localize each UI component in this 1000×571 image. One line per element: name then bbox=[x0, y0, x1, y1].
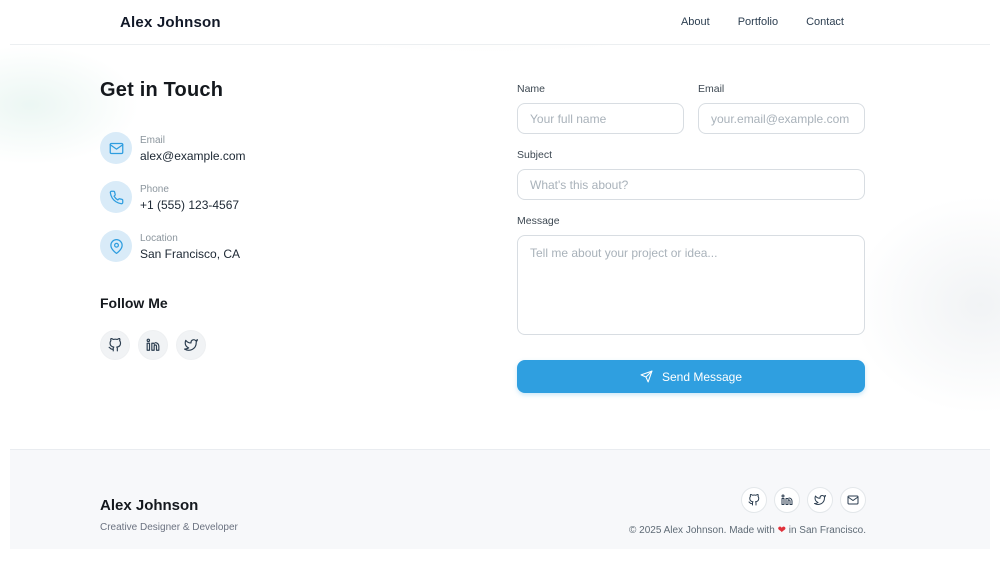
contact-label: Location bbox=[140, 233, 178, 244]
nav-links: About Portfolio Contact bbox=[681, 16, 844, 28]
twitter-icon[interactable] bbox=[807, 487, 833, 513]
footer: Alex Johnson Creative Designer & Develop… bbox=[10, 449, 990, 549]
subject-input[interactable] bbox=[517, 169, 865, 200]
footer-tagline: Creative Designer & Developer bbox=[100, 522, 238, 533]
social-links bbox=[100, 330, 517, 360]
send-message-label: Send Message bbox=[661, 369, 743, 384]
nav-item-contact[interactable]: Contact bbox=[806, 16, 844, 28]
linkedin-icon[interactable] bbox=[774, 487, 800, 513]
footer-social-links bbox=[629, 487, 866, 513]
github-icon[interactable] bbox=[741, 487, 767, 513]
brand-logo: Alex Johnson bbox=[120, 13, 221, 31]
page: Alex Johnson About Portfolio Contact Get… bbox=[0, 0, 1000, 549]
message-textarea[interactable] bbox=[517, 235, 865, 335]
github-icon[interactable] bbox=[100, 330, 130, 360]
email-input[interactable] bbox=[698, 103, 865, 134]
name-input[interactable] bbox=[517, 103, 684, 134]
copyright-text: © 2025 Alex Johnson. Made with ❤ in San … bbox=[628, 525, 866, 536]
send-message-button[interactable]: Send Message bbox=[517, 360, 865, 393]
contact-section: Get in Touch Email alex@example.com Phon… bbox=[0, 7, 1000, 449]
footer-right-block: © 2025 Alex Johnson. Made with ❤ in San … bbox=[629, 487, 866, 536]
contact-label: Email bbox=[140, 135, 166, 146]
nav-item-about[interactable]: About bbox=[681, 16, 710, 28]
nav-item-portfolio[interactable]: Portfolio bbox=[738, 16, 778, 28]
send-icon bbox=[640, 370, 653, 383]
follow-me-title: Follow Me bbox=[100, 295, 168, 311]
footer-brand: Alex Johnson bbox=[100, 497, 199, 514]
page-title: Get in Touch bbox=[100, 79, 224, 101]
contact-value-email: alex@example.com bbox=[140, 149, 246, 163]
contact-info-column: Get in Touch Email alex@example.com Phon… bbox=[100, 79, 517, 393]
subject-label: Subject bbox=[517, 149, 553, 161]
contact-value-location: San Francisco, CA bbox=[140, 247, 241, 261]
contact-item-email: Email alex@example.com bbox=[100, 132, 517, 164]
email-label: Email bbox=[698, 83, 725, 95]
name-label: Name bbox=[517, 83, 546, 95]
message-label: Message bbox=[517, 215, 560, 227]
linkedin-icon[interactable] bbox=[138, 330, 168, 360]
heart-icon: ❤ bbox=[777, 525, 786, 536]
contact-form: Name Email Subject Message bbox=[517, 79, 865, 393]
map-pin-icon bbox=[100, 230, 132, 262]
contact-value-phone: +1 (555) 123-4567 bbox=[140, 198, 240, 212]
twitter-icon[interactable] bbox=[176, 330, 206, 360]
contact-item-phone: Phone +1 (555) 123-4567 bbox=[100, 181, 517, 213]
contact-label: Phone bbox=[140, 184, 169, 195]
phone-icon bbox=[100, 181, 132, 213]
mail-icon bbox=[100, 132, 132, 164]
contact-item-location: Location San Francisco, CA bbox=[100, 230, 517, 262]
top-navbar: Alex Johnson About Portfolio Contact bbox=[10, 0, 990, 45]
footer-brand-block: Alex Johnson Creative Designer & Develop… bbox=[100, 487, 238, 533]
mail-icon[interactable] bbox=[840, 487, 866, 513]
decorative-blob bbox=[850, 195, 1000, 415]
